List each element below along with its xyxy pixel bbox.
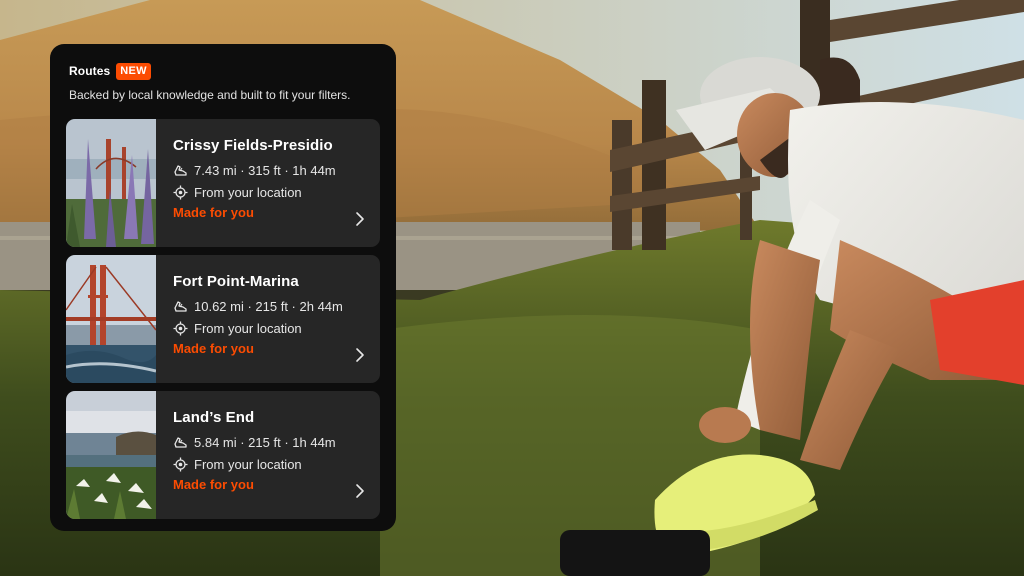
route-card[interactable]: Land’s End 5.84 mi · 215 ft · 1h 44m Fro… [66,391,380,519]
route-card[interactable]: Fort Point-Marina 10.62 mi · 215 ft · 2h… [66,255,380,383]
location-target-icon [173,185,188,200]
new-badge: NEW [116,62,151,80]
made-for-you-tag: Made for you [173,205,254,220]
location-target-icon [173,457,188,472]
route-thumbnail [66,255,156,383]
panel-title: Routes [69,64,111,78]
route-card[interactable]: Crissy Fields-Presidio 7.43 mi · 315 ft … [66,119,380,247]
made-for-you-tag: Made for you [173,477,254,492]
route-start: From your location [194,320,302,336]
shoe-icon [173,163,188,178]
route-name: Land’s End [173,409,255,426]
chevron-right-icon[interactable] [354,347,366,363]
route-stats: 7.43 mi · 315 ft · 1h 44m [194,162,336,178]
route-name: Crissy Fields-Presidio [173,137,333,154]
route-thumbnail [66,391,156,519]
route-start: From your location [194,184,302,200]
route-list: Crissy Fields-Presidio 7.43 mi · 315 ft … [66,119,380,519]
routes-panel: Routes NEW Backed by local knowledge and… [50,44,396,531]
chevron-right-icon[interactable] [354,483,366,499]
panel-header: Routes NEW [69,62,380,80]
route-thumbnail [66,119,156,247]
route-start: From your location [194,456,302,472]
shoe-icon [173,299,188,314]
made-for-you-tag: Made for you [173,341,254,356]
route-stats: 5.84 mi · 215 ft · 1h 44m [194,434,336,450]
shoe-icon [173,435,188,450]
route-stats: 10.62 mi · 215 ft · 2h 44m [194,298,343,314]
chevron-right-icon[interactable] [354,211,366,227]
location-target-icon [173,321,188,336]
panel-subtitle: Backed by local knowledge and built to f… [69,88,351,102]
route-name: Fort Point-Marina [173,273,299,290]
